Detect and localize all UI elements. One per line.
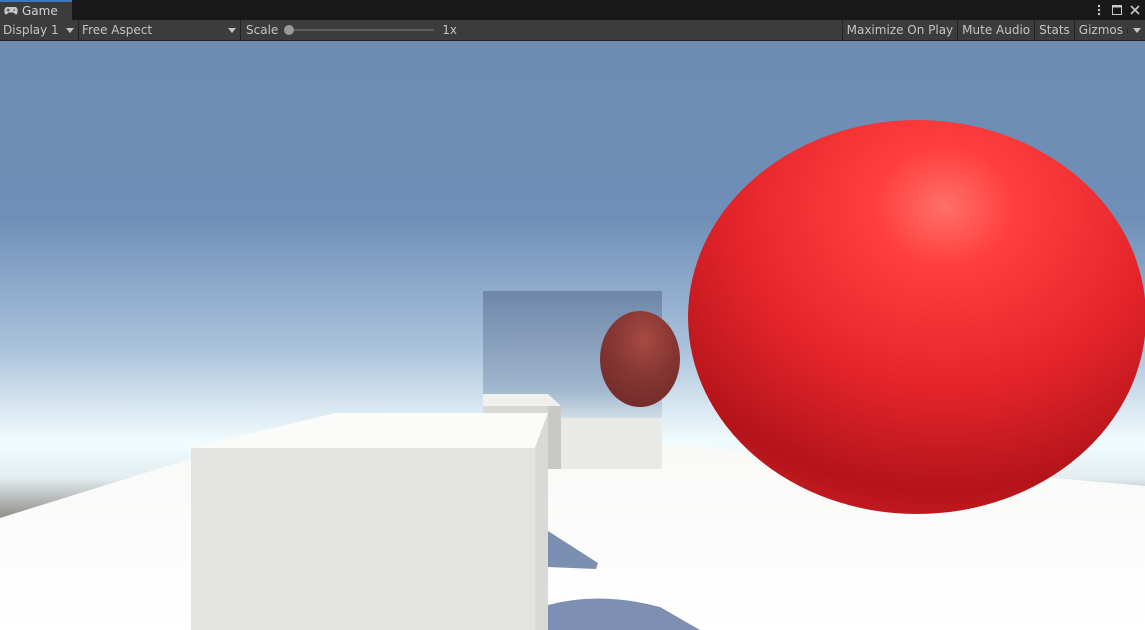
- scale-label: Scale: [246, 23, 279, 37]
- game-window: Game Display 1 Free Aspect Scale 1x Maxi…: [0, 0, 1145, 630]
- tab-game-label: Game: [22, 4, 58, 18]
- mute-audio-button[interactable]: Mute Audio: [957, 20, 1034, 40]
- gamepad-icon: [4, 5, 18, 17]
- maximize-on-play-button[interactable]: Maximize On Play: [841, 20, 958, 40]
- chevron-down-icon: [1132, 27, 1141, 33]
- stats-button[interactable]: Stats: [1034, 20, 1074, 40]
- scale-slider-thumb[interactable]: [284, 25, 295, 35]
- gizmos-button[interactable]: Gizmos: [1073, 20, 1145, 40]
- gizmos-dropdown-arrow[interactable]: [1127, 27, 1145, 33]
- game-viewport[interactable]: [0, 41, 1145, 630]
- display-dropdown[interactable]: Display 1: [0, 20, 79, 40]
- chevron-down-icon: [228, 27, 236, 33]
- red-sphere: [688, 120, 1145, 514]
- game-toolbar: Display 1 Free Aspect Scale 1x Maximize …: [0, 20, 1145, 41]
- scale-slider[interactable]: [284, 25, 435, 35]
- aspect-dropdown-value: Free Aspect: [82, 23, 153, 37]
- maximize-icon[interactable]: [1111, 3, 1123, 17]
- scale-value: 1x: [442, 23, 458, 37]
- scale-control: Scale 1x: [241, 20, 486, 40]
- aspect-dropdown[interactable]: Free Aspect: [79, 20, 241, 40]
- tab-game[interactable]: Game: [0, 0, 72, 20]
- chevron-down-icon: [66, 27, 74, 33]
- cube: [191, 413, 548, 630]
- gizmos-label: Gizmos: [1078, 23, 1123, 37]
- tab-actions: [1093, 0, 1145, 20]
- tab-bar: Game: [0, 0, 1145, 20]
- more-vertical-icon[interactable]: [1093, 3, 1105, 17]
- scene-render: [0, 41, 1145, 630]
- close-icon[interactable]: [1129, 3, 1141, 17]
- display-dropdown-value: Display 1: [3, 23, 59, 37]
